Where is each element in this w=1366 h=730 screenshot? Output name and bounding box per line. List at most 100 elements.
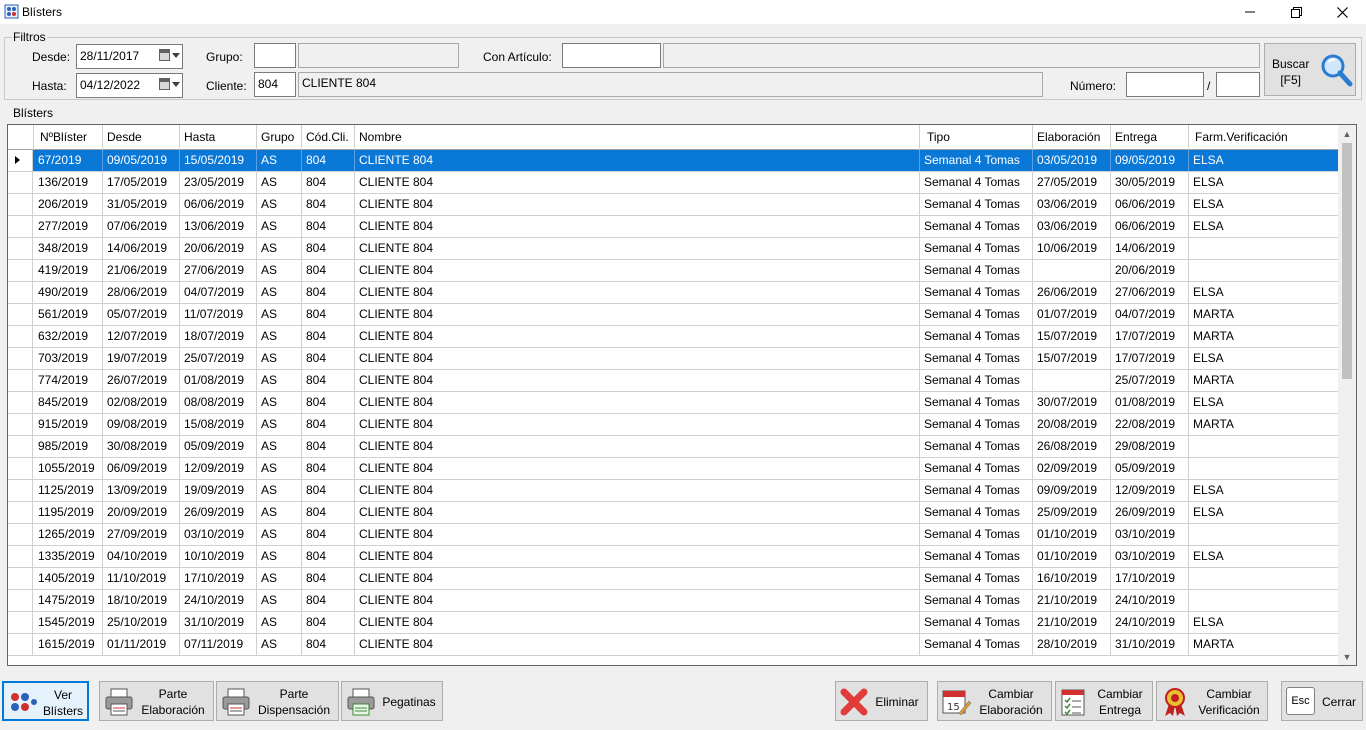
table-cell[interactable]: CLIENTE 804	[355, 238, 920, 259]
table-cell[interactable]: 136/2019	[34, 172, 103, 193]
table-cell[interactable]: CLIENTE 804	[355, 524, 920, 545]
minimize-button[interactable]	[1227, 0, 1273, 24]
table-cell[interactable]: 09/09/2019	[1033, 480, 1111, 501]
table-cell[interactable]: 03/06/2019	[1033, 194, 1111, 215]
table-cell[interactable]	[1189, 436, 1338, 457]
table-row[interactable]: 1545/2019 25/10/2019 31/10/2019 AS 804 CLIENT…	[8, 612, 1338, 634]
table-cell[interactable]: 15/08/2019	[180, 414, 257, 435]
table-cell[interactable]: Semanal 4 Tomas	[920, 436, 1033, 457]
vertical-scrollbar[interactable]: ▲ ▼	[1338, 125, 1356, 665]
table-cell[interactable]: AS	[257, 480, 302, 501]
table-cell[interactable]: CLIENTE 804	[355, 194, 920, 215]
table-cell[interactable]: 27/09/2019	[103, 524, 180, 545]
table-cell[interactable]: 29/08/2019	[1111, 436, 1189, 457]
table-cell[interactable]: MARTA	[1189, 370, 1338, 391]
table-cell[interactable]: 804	[302, 348, 355, 369]
table-cell[interactable]: 1405/2019	[34, 568, 103, 589]
table-cell[interactable]: 10/06/2019	[1033, 238, 1111, 259]
numero-year-input[interactable]	[1216, 72, 1260, 97]
table-cell[interactable]: 03/10/2019	[1111, 546, 1189, 567]
table-cell[interactable]: 804	[302, 546, 355, 567]
table-cell[interactable]: 15/05/2019	[180, 150, 257, 171]
row-indicator[interactable]	[8, 392, 33, 413]
table-cell[interactable]: 01/11/2019	[103, 634, 180, 655]
table-cell[interactable]: 804	[302, 480, 355, 501]
table-cell[interactable]: ELSA	[1189, 480, 1338, 501]
row-indicator[interactable]	[8, 348, 33, 369]
table-cell[interactable]: 01/07/2019	[1033, 304, 1111, 325]
table-cell[interactable]: 804	[302, 370, 355, 391]
table-cell[interactable]: 12/07/2019	[103, 326, 180, 347]
table-cell[interactable]: 22/08/2019	[1111, 414, 1189, 435]
table-row[interactable]: 915/2019 09/08/2019 15/08/2019 AS 804 CLIENTE…	[8, 414, 1338, 436]
table-row[interactable]: 1265/2019 27/09/2019 03/10/2019 AS 804 CLIENT…	[8, 524, 1338, 546]
table-cell[interactable]: ELSA	[1189, 172, 1338, 193]
table-cell[interactable]: 07/11/2019	[180, 634, 257, 655]
table-row[interactable]: 1335/2019 04/10/2019 10/10/2019 AS 804 CLIENT…	[8, 546, 1338, 568]
table-cell[interactable]: 16/10/2019	[1033, 568, 1111, 589]
table-cell[interactable]: 419/2019	[34, 260, 103, 281]
table-cell[interactable]: 632/2019	[34, 326, 103, 347]
table-cell[interactable]: 804	[302, 172, 355, 193]
table-row[interactable]: 1615/2019 01/11/2019 07/11/2019 AS 804 CLIENT…	[8, 634, 1338, 656]
table-cell[interactable]: 10/10/2019	[180, 546, 257, 567]
table-cell[interactable]: 348/2019	[34, 238, 103, 259]
table-cell[interactable]: 07/06/2019	[103, 216, 180, 237]
table-cell[interactable]: AS	[257, 304, 302, 325]
row-indicator[interactable]	[8, 260, 33, 281]
table-cell[interactable]: AS	[257, 458, 302, 479]
table-cell[interactable]: 04/07/2019	[180, 282, 257, 303]
table-cell[interactable]: 04/07/2019	[1111, 304, 1189, 325]
table-cell[interactable]: AS	[257, 172, 302, 193]
table-cell[interactable]: 01/08/2019	[180, 370, 257, 391]
table-cell[interactable]: 06/06/2019	[1111, 194, 1189, 215]
table-cell[interactable]: 985/2019	[34, 436, 103, 457]
table-cell[interactable]: 31/10/2019	[180, 612, 257, 633]
chevron-down-icon[interactable]	[172, 52, 180, 58]
table-row[interactable]: 206/2019 31/05/2019 06/06/2019 AS 804 CLIENTE…	[8, 194, 1338, 216]
table-row[interactable]: 985/2019 30/08/2019 05/09/2019 AS 804 CLIENTE…	[8, 436, 1338, 458]
table-cell[interactable]: CLIENTE 804	[355, 480, 920, 501]
table-row[interactable]: 1475/2019 18/10/2019 24/10/2019 AS 804 CLIENT…	[8, 590, 1338, 612]
table-cell[interactable]: 06/06/2019	[180, 194, 257, 215]
grupo-code-input[interactable]	[254, 43, 296, 68]
row-indicator[interactable]	[8, 546, 33, 567]
table-cell[interactable]: Semanal 4 Tomas	[920, 524, 1033, 545]
table-cell[interactable]: MARTA	[1189, 326, 1338, 347]
table-cell[interactable]: Semanal 4 Tomas	[920, 326, 1033, 347]
table-cell[interactable]: 05/07/2019	[103, 304, 180, 325]
table-cell[interactable]: CLIENTE 804	[355, 392, 920, 413]
cerrar-button[interactable]: Esc Cerrar	[1281, 681, 1363, 721]
table-cell[interactable]: 09/08/2019	[103, 414, 180, 435]
table-cell[interactable]: 12/09/2019	[1111, 480, 1189, 501]
table-cell[interactable]: Semanal 4 Tomas	[920, 370, 1033, 391]
table-cell[interactable]: 03/10/2019	[1111, 524, 1189, 545]
row-indicator[interactable]	[8, 436, 33, 457]
table-cell[interactable]: MARTA	[1189, 304, 1338, 325]
ver-blisters-button[interactable]: Ver Blísters	[2, 681, 89, 721]
table-cell[interactable]: CLIENTE 804	[355, 458, 920, 479]
table-cell[interactable]: AS	[257, 436, 302, 457]
table-cell[interactable]: Semanal 4 Tomas	[920, 282, 1033, 303]
table-row[interactable]: 277/2019 07/06/2019 13/06/2019 AS 804 CLIENTE…	[8, 216, 1338, 238]
table-cell[interactable]: CLIENTE 804	[355, 502, 920, 523]
table-cell[interactable]: 804	[302, 524, 355, 545]
table-cell[interactable]: AS	[257, 568, 302, 589]
table-cell[interactable]: AS	[257, 502, 302, 523]
table-cell[interactable]: AS	[257, 348, 302, 369]
table-cell[interactable]: 27/05/2019	[1033, 172, 1111, 193]
row-indicator[interactable]	[8, 282, 33, 303]
table-row[interactable]: 845/2019 02/08/2019 08/08/2019 AS 804 CLIENTE…	[8, 392, 1338, 414]
table-cell[interactable]	[1033, 370, 1111, 391]
cambiar-entrega-button[interactable]: Cambiar Entrega	[1055, 681, 1153, 721]
table-cell[interactable]: 804	[302, 216, 355, 237]
table-cell[interactable]: CLIENTE 804	[355, 172, 920, 193]
table-cell[interactable]: 31/05/2019	[103, 194, 180, 215]
row-indicator[interactable]	[8, 370, 33, 391]
table-cell[interactable]: 19/09/2019	[180, 480, 257, 501]
table-cell[interactable]: 915/2019	[34, 414, 103, 435]
table-cell[interactable]: MARTA	[1189, 634, 1338, 655]
table-cell[interactable]: ELSA	[1189, 546, 1338, 567]
table-cell[interactable]: AS	[257, 282, 302, 303]
table-cell[interactable]: 18/07/2019	[180, 326, 257, 347]
